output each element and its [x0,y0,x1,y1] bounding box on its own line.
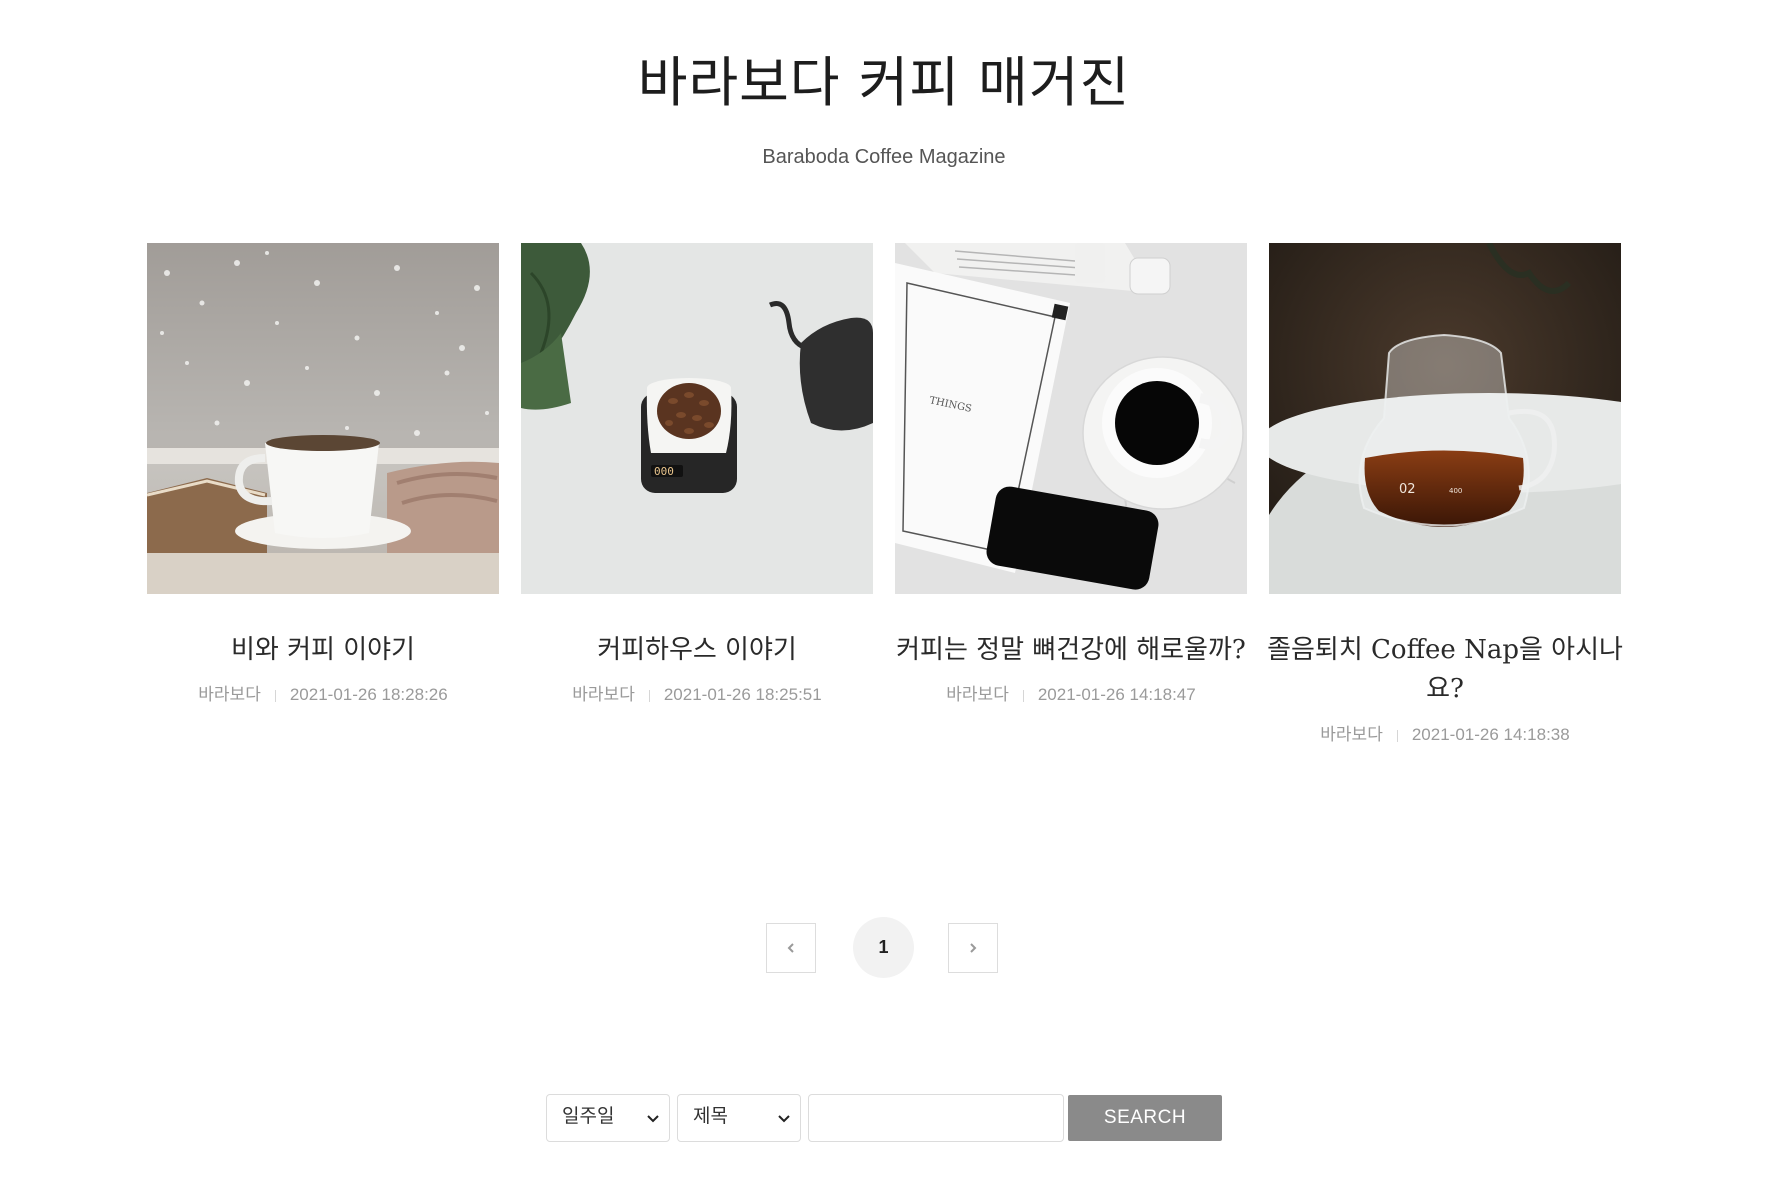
post-title[interactable]: 커피는 정말 뼈건강에 해로울까? [891,631,1251,670]
meta-divider [648,689,650,702]
prev-page-button[interactable] [766,923,816,973]
post-date: 2021-01-26 14:18:47 [1037,685,1196,704]
chevron-down-icon [778,1115,790,1123]
post-title[interactable]: 커피하우스 이야기 [517,631,877,670]
search-bar: 일주일 제목 SEARCH [546,1094,1222,1142]
post-author: 바라보다 [572,685,635,704]
site-title[interactable]: 바라보다 커피 매거진 [0,48,1768,118]
search-input[interactable] [808,1094,1064,1142]
meta-divider [1396,729,1398,742]
coffee-beans-scale-kettle-photo: 000 [521,243,873,594]
meta-divider [1022,689,1024,702]
post-thumbnail[interactable]: 02 400 [1269,243,1621,594]
svg-text:400: 400 [1449,487,1462,495]
post-author: 바라보다 [1320,725,1383,744]
post-thumbnail[interactable]: THINGS [895,243,1247,594]
post-card[interactable]: 000 커피하우스 이야기 바라보다 2021-01-26 18:25:51 [521,243,873,704]
svg-text:000: 000 [654,465,674,478]
field-select[interactable]: 제목 [677,1094,801,1142]
post-date: 2021-01-26 18:28:26 [289,685,448,704]
black-coffee-marble-phone-photo: THINGS [895,243,1247,594]
current-page-button[interactable]: 1 [853,917,914,978]
field-select-value: 제목 [693,1106,728,1127]
post-title[interactable]: 졸음퇴치 Coffee Nap을 아시나요? [1265,631,1625,709]
post-grid: 비와 커피 이야기 바라보다 2021-01-26 18:28:26 000 커… [147,243,1623,763]
post-thumbnail[interactable] [147,243,499,594]
post-card[interactable]: THINGS 커피는 정말 뼈건강에 해로울까? 바라보다 2021-01-26 … [895,243,1247,704]
period-select-value: 일주일 [562,1106,615,1127]
post-thumbnail[interactable]: 000 [521,243,873,594]
chevron-down-icon [647,1115,659,1123]
chevron-left-icon [787,943,794,953]
chevron-right-icon [970,943,977,953]
post-meta: 바라보다 2021-01-26 14:18:47 [895,683,1247,707]
post-title[interactable]: 비와 커피 이야기 [143,631,503,670]
post-date: 2021-01-26 18:25:51 [663,685,822,704]
post-date: 2021-01-26 14:18:38 [1411,725,1570,744]
meta-divider [274,689,276,702]
post-card[interactable]: 비와 커피 이야기 바라보다 2021-01-26 18:28:26 [147,243,499,704]
post-meta: 바라보다 2021-01-26 18:28:26 [147,683,499,707]
search-button[interactable]: SEARCH [1068,1095,1222,1141]
post-author: 바라보다 [198,685,261,704]
svg-text:02: 02 [1399,482,1416,497]
glass-coffee-server-photo: 02 400 [1269,243,1621,594]
site-subtitle: Baraboda Coffee Magazine [762,146,1006,168]
post-card[interactable]: 02 400 졸음퇴치 Coffee Nap을 아시나요? 바라보다 2021-0… [1267,243,1623,744]
post-author: 바라보다 [946,685,1009,704]
pagination: 1 [766,917,1002,978]
next-page-button[interactable] [948,923,998,973]
coffee-cup-rain-window-photo [147,243,499,594]
post-meta: 바라보다 2021-01-26 18:25:51 [521,683,873,707]
post-meta: 바라보다 2021-01-26 14:18:38 [1269,723,1621,747]
period-select[interactable]: 일주일 [546,1094,670,1142]
